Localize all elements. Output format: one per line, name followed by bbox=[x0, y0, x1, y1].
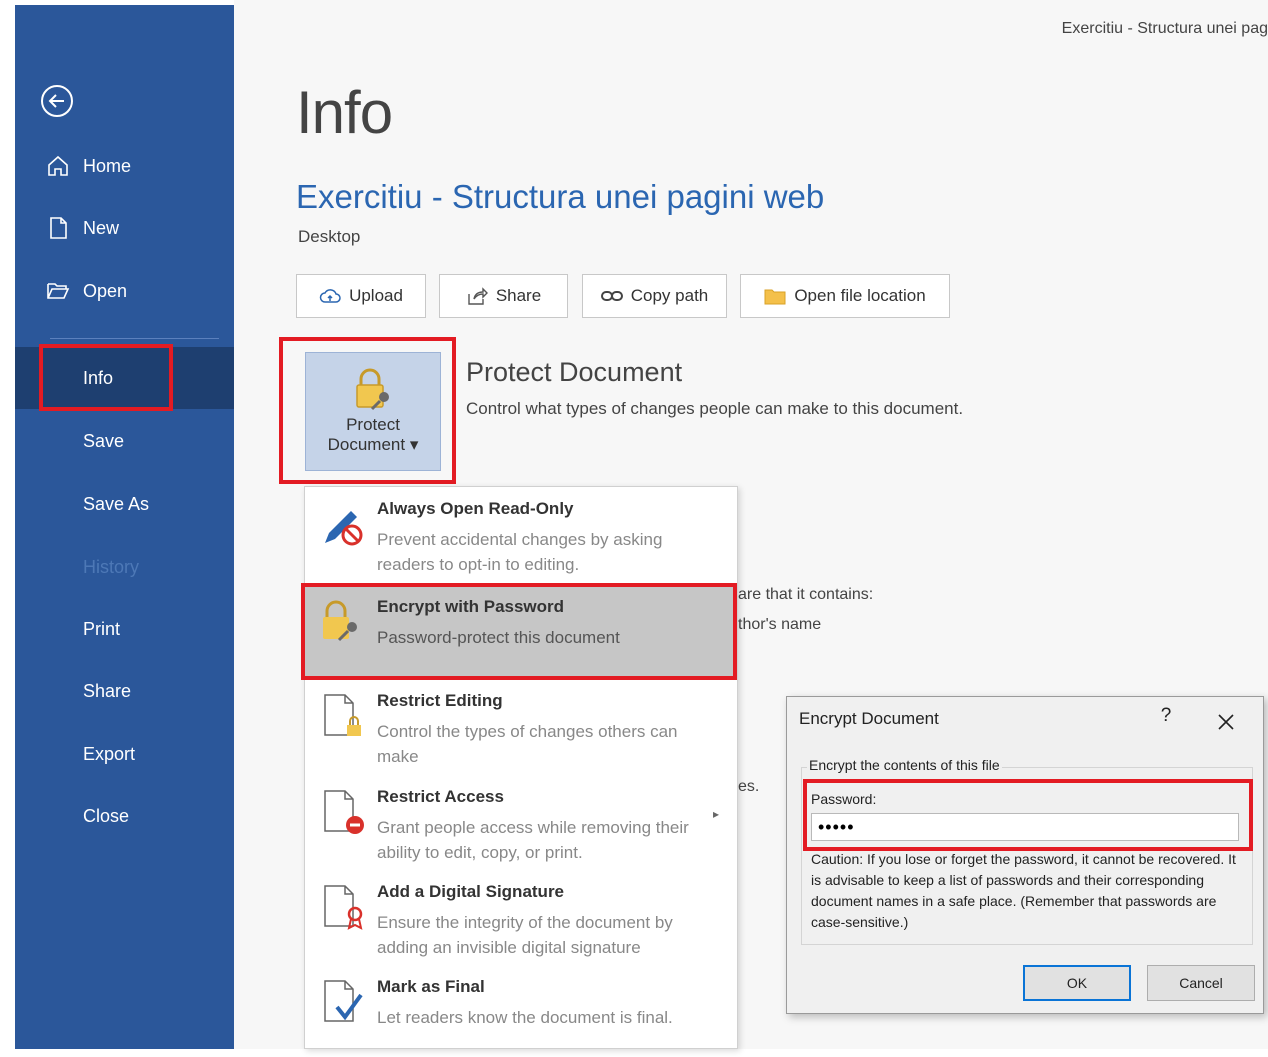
sidebar-item-home[interactable]: Home bbox=[15, 146, 234, 186]
copy-path-button[interactable]: Copy path bbox=[582, 274, 727, 318]
document-ribbon-icon bbox=[324, 885, 363, 930]
sidebar-item-save-as[interactable]: Save As bbox=[15, 484, 234, 524]
menu-item-title: Always Open Read-Only bbox=[377, 499, 574, 518]
menu-item-description: Let readers know the document is final. bbox=[377, 1008, 673, 1027]
sidebar-item-print[interactable]: Print bbox=[15, 609, 234, 649]
sidebar-item-save[interactable]: Save bbox=[15, 421, 234, 461]
document-check-icon bbox=[324, 980, 363, 1022]
menu-item-description: Prevent accidental changes by asking rea… bbox=[377, 530, 663, 574]
protect-heading: Protect Document bbox=[466, 357, 683, 387]
sidebar-item-open[interactable]: Open bbox=[15, 271, 234, 311]
highlight-box-password bbox=[803, 779, 1253, 851]
menu-item-title: Add a Digital Signature bbox=[377, 882, 565, 901]
sidebar-item-new[interactable]: New bbox=[15, 208, 234, 248]
copy-path-label: Copy path bbox=[630, 286, 709, 305]
cancel-button[interactable]: Cancel bbox=[1147, 965, 1255, 1001]
menu-item-title: Restrict Access bbox=[377, 787, 504, 806]
sidebar-item-share[interactable]: Share bbox=[15, 671, 234, 711]
dialog-group-label: Encrypt the contents of this file bbox=[807, 757, 1002, 773]
sidebar-item-label: New bbox=[83, 217, 120, 238]
new-document-icon bbox=[45, 215, 71, 241]
sidebar-item-export[interactable]: Export bbox=[15, 734, 234, 774]
close-icon[interactable] bbox=[1211, 707, 1241, 737]
sidebar-item-history: History bbox=[15, 547, 234, 587]
inspect-text-line: es. bbox=[738, 778, 760, 795]
menu-item-always-open-read-only[interactable]: Always Open Read-Only Prevent accidental… bbox=[305, 487, 737, 579]
sidebar-item-label: Close bbox=[83, 805, 130, 826]
help-button[interactable]: ? bbox=[1151, 705, 1181, 735]
sidebar-item-label: Export bbox=[83, 743, 136, 764]
protect-document-menu: Always Open Read-Only Prevent accidental… bbox=[304, 486, 738, 1049]
sidebar-divider bbox=[50, 338, 219, 339]
dialog-title: Encrypt Document bbox=[799, 709, 939, 728]
menu-item-restrict-access[interactable]: Restrict Access Grant people access whil… bbox=[305, 775, 737, 867]
open-folder-icon bbox=[45, 278, 71, 304]
document-restrict-icon bbox=[324, 790, 364, 834]
share-icon bbox=[468, 287, 488, 305]
link-icon bbox=[600, 291, 623, 301]
pencil-no-icon bbox=[325, 511, 363, 546]
sidebar-item-label: History bbox=[83, 556, 140, 577]
folder-icon bbox=[764, 289, 786, 305]
highlight-box-info bbox=[39, 344, 173, 411]
inspect-text-line: are that it contains: bbox=[738, 586, 874, 603]
window-title: Exercitiu - Structura unei pag bbox=[1061, 20, 1268, 37]
share-label: Share bbox=[495, 286, 542, 305]
highlight-box-protect bbox=[279, 337, 456, 484]
sidebar-item-label: Share bbox=[83, 680, 132, 701]
menu-item-title: Mark as Final bbox=[377, 977, 485, 996]
encrypt-document-dialog: Encrypt Document ? Encrypt the contents … bbox=[786, 696, 1264, 1014]
ok-button[interactable]: OK bbox=[1023, 965, 1131, 1001]
menu-item-mark-as-final[interactable]: Mark as Final Let readers know the docum… bbox=[305, 965, 737, 1057]
menu-item-description: Ensure the integrity of the document by … bbox=[377, 913, 673, 957]
sidebar-item-label: Open bbox=[83, 280, 128, 301]
backstage-sidebar: Home New Open Info Save Save As History … bbox=[15, 5, 234, 1049]
caution-text: Caution: If you lose or forget the passw… bbox=[811, 851, 1236, 930]
submenu-arrow-icon: ▸ bbox=[712, 807, 719, 821]
upload-button[interactable]: Upload bbox=[296, 274, 426, 318]
back-arrow-icon[interactable] bbox=[39, 83, 75, 119]
menu-item-add-digital-signature[interactable]: Add a Digital Signature Ensure the integ… bbox=[305, 870, 737, 962]
document-location: Desktop bbox=[298, 227, 361, 246]
share-button[interactable]: Share bbox=[439, 274, 568, 318]
menu-item-description: Grant people access while removing their… bbox=[377, 818, 689, 862]
sidebar-item-label: Save bbox=[83, 430, 125, 451]
menu-item-title: Restrict Editing bbox=[377, 691, 503, 710]
highlight-box-encrypt bbox=[301, 583, 737, 680]
open-file-location-label: Open file location bbox=[794, 286, 926, 305]
sidebar-item-label: Save As bbox=[83, 493, 150, 514]
open-file-location-button[interactable]: Open file location bbox=[740, 274, 950, 318]
menu-item-restrict-editing[interactable]: Restrict Editing Control the types of ch… bbox=[305, 679, 737, 771]
document-name: Exercitiu - Structura unei pagini web bbox=[296, 178, 825, 215]
sidebar-item-close[interactable]: Close bbox=[15, 796, 234, 836]
sidebar-item-label: Home bbox=[83, 155, 132, 176]
upload-label: Upload bbox=[349, 286, 403, 305]
home-icon bbox=[45, 153, 71, 179]
inspect-text-line: thor's name bbox=[738, 616, 822, 633]
page-title: Info bbox=[296, 79, 393, 146]
sidebar-item-label: Print bbox=[83, 618, 121, 639]
protect-description: Control what types of changes people can… bbox=[466, 399, 964, 418]
menu-item-description: Control the types of changes others can … bbox=[377, 722, 678, 766]
document-lock-icon bbox=[324, 694, 361, 736]
cloud-upload-icon bbox=[319, 289, 341, 303]
